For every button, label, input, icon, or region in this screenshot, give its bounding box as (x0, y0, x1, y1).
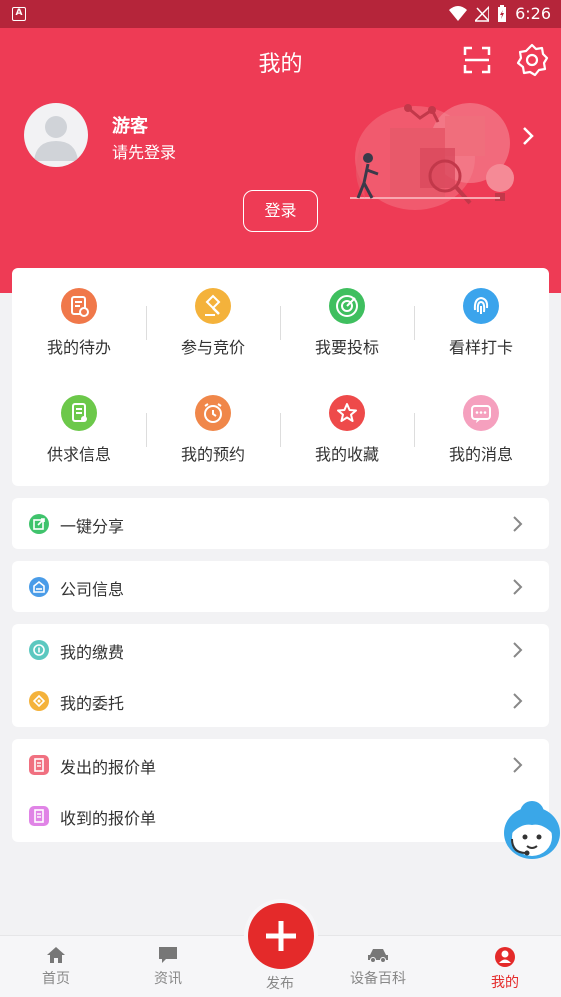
grid-label: 供求信息 (46, 445, 111, 464)
user-name: 游客 (112, 116, 148, 137)
menu-label: 我的缴费 (60, 643, 125, 662)
grid-item-todo[interactable]: 我的待办 (12, 288, 146, 358)
grid-item-supply[interactable]: 供求信息 (12, 395, 146, 465)
fingerprint-icon (463, 288, 499, 324)
tag-icon (29, 691, 49, 711)
chevron-right-icon (513, 757, 523, 773)
status-bar: A 6:26 (0, 0, 561, 28)
tab-label: 我的 (491, 975, 519, 991)
menu-card-share: 一键分享 (12, 498, 549, 549)
login-prompt[interactable]: 请先登录 (112, 139, 176, 163)
puzzle-illustration (350, 103, 514, 210)
menu-label: 收到的报价单 (60, 809, 157, 828)
battery-icon (498, 4, 507, 22)
car-icon (368, 949, 388, 963)
chevron-right-icon (513, 642, 523, 658)
notification-a-icon: A (12, 7, 26, 21)
gear-icon[interactable] (515, 43, 549, 77)
wifi-icon (449, 5, 468, 21)
grid-label: 参与竞价 (180, 338, 245, 357)
status-time: 6:26 (515, 4, 551, 23)
chevron-right-icon (513, 693, 523, 709)
scan-icon[interactable] (463, 46, 491, 74)
grid-item-messages[interactable]: 我的消息 (414, 395, 548, 465)
tab-label: 首页 (42, 971, 70, 987)
tab-home[interactable]: 首页 (16, 946, 96, 988)
menu-label: 公司信息 (60, 580, 125, 599)
chevron-right-icon (513, 579, 523, 595)
company-icon (29, 577, 49, 597)
tab-label: 设备百科 (350, 971, 406, 987)
menu-card-company: 公司信息 (12, 561, 549, 612)
tab-news[interactable]: 资讯 (128, 946, 208, 988)
tab-mine[interactable]: 我的 (465, 946, 545, 992)
grid-label: 我的待办 (46, 338, 111, 357)
menu-row-company[interactable]: 公司信息 (12, 561, 549, 613)
menu-label: 我的委托 (60, 694, 125, 713)
quote-received-icon (29, 806, 49, 826)
login-button[interactable]: 登录 (243, 190, 318, 232)
avatar[interactable] (24, 103, 88, 167)
target-icon (329, 288, 365, 324)
grid-item-tender[interactable]: 我要投标 (280, 288, 414, 358)
tab-encyclopedia[interactable]: 设备百科 (338, 946, 418, 988)
tab-label: 资讯 (154, 971, 182, 987)
menu-row-entrust[interactable]: 我的委托 (12, 675, 549, 727)
feature-grid: 我的待办 参与竞价 我要投标 看样打卡 供求信息 我的预约 我的收藏 我的消息 (12, 268, 549, 486)
menu-row-share[interactable]: 一键分享 (12, 498, 549, 550)
default-avatar-icon (34, 116, 78, 161)
menu-card-fees: 我的缴费 我的委托 (12, 624, 549, 727)
grid-label: 我的消息 (448, 445, 513, 464)
home-icon (47, 947, 65, 963)
share-icon (29, 514, 49, 534)
payment-icon (29, 640, 49, 660)
grid-label: 我的预约 (180, 445, 245, 464)
grid-item-checkin[interactable]: 看样打卡 (414, 288, 548, 358)
menu-card-quotes: 发出的报价单 收到的报价单 (12, 739, 549, 842)
menu-row-sent-quotes[interactable]: 发出的报价单 (12, 739, 549, 791)
chevron-right-icon (513, 516, 523, 532)
grid-label: 我的收藏 (314, 445, 379, 464)
message-icon (463, 395, 499, 431)
news-icon (159, 947, 177, 963)
publish-button[interactable] (248, 903, 314, 969)
chevron-right-icon[interactable] (520, 125, 536, 147)
star-icon (329, 395, 365, 431)
document-icon (61, 395, 97, 431)
menu-label: 一键分享 (60, 517, 125, 536)
menu-label: 发出的报价单 (60, 758, 157, 777)
grid-item-favorites[interactable]: 我的收藏 (280, 395, 414, 465)
grid-item-appointment[interactable]: 我的预约 (146, 395, 280, 465)
gavel-icon (195, 288, 231, 324)
tab-label: 发布 (266, 976, 294, 992)
signal-icon (475, 5, 490, 22)
user-icon (495, 947, 515, 967)
menu-row-fees[interactable]: 我的缴费 (12, 624, 549, 676)
quote-sent-icon (29, 755, 49, 775)
customer-service-icon[interactable] (502, 795, 561, 861)
grid-item-bidding[interactable]: 参与竞价 (146, 288, 280, 358)
todo-icon (61, 288, 97, 324)
plus-icon (266, 921, 296, 951)
alarm-clock-icon (195, 395, 231, 431)
grid-label: 我要投标 (314, 338, 379, 357)
grid-label: 看样打卡 (448, 338, 513, 357)
menu-row-received-quotes[interactable]: 收到的报价单 (12, 790, 549, 842)
